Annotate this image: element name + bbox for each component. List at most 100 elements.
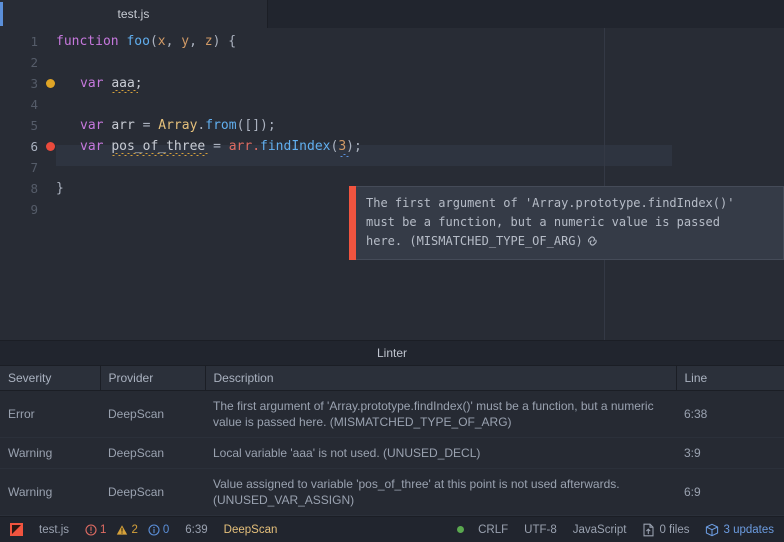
code-editor[interactable]: 1 2 3 4 5 6 7 8 9 function foo(x, y, z) … bbox=[0, 28, 784, 340]
row-line: 6:38 bbox=[676, 390, 784, 438]
status-indicator-dot bbox=[457, 526, 465, 533]
token-operator-equals-6: = bbox=[213, 139, 221, 154]
column-header-severity[interactable]: Severity bbox=[0, 365, 101, 391]
tab-active-indicator bbox=[0, 2, 3, 26]
files-label: 0 files bbox=[659, 523, 690, 536]
token-class-array: Array bbox=[158, 118, 198, 133]
tooltip-line-3: here. (MISMATCHED_TYPE_OF_ARG) bbox=[366, 234, 583, 248]
provider-label: DeepScan bbox=[223, 523, 278, 536]
info-circle-icon bbox=[148, 523, 160, 536]
row-provider: DeepScan bbox=[100, 437, 205, 469]
inline-error-tooltip[interactable]: The first argument of 'Array.prototype.f… bbox=[349, 186, 784, 260]
row-provider: DeepScan bbox=[100, 390, 205, 438]
status-problem-counts[interactable]: 1 2 0 bbox=[85, 524, 169, 536]
token-identifier-pos-of-three: pos_of_three bbox=[111, 139, 206, 154]
code-line-5: var arr = Array.from([]); bbox=[80, 118, 276, 133]
ide-window: test.js 1 2 3 4 5 6 7 8 9 function foo(x… bbox=[0, 0, 784, 542]
status-filename[interactable]: test.js bbox=[39, 524, 69, 536]
token-close-paren-semi: ); bbox=[346, 139, 362, 154]
warning-count-label: 2 bbox=[131, 523, 138, 536]
linter-table-body: Error DeepScan The first argument of 'Ar… bbox=[0, 390, 784, 516]
deepscan-logo-icon[interactable] bbox=[10, 523, 23, 536]
tooltip-message-body: The first argument of 'Array.prototype.f… bbox=[356, 186, 784, 260]
token-identifier-arr-2: arr bbox=[228, 139, 253, 154]
error-squiggle-argument bbox=[340, 154, 349, 157]
warning-squiggle-pos-of-three bbox=[112, 153, 208, 156]
token-param-z: z bbox=[204, 34, 213, 49]
token-brace-close: } bbox=[56, 181, 64, 196]
token-identifier-aaa: aaa; bbox=[111, 76, 143, 91]
table-row[interactable]: Error DeepScan The first argument of 'Ar… bbox=[0, 390, 784, 438]
token-param-y: y bbox=[181, 34, 190, 49]
status-cursor-position[interactable]: 6:39 bbox=[185, 524, 207, 536]
error-count-group[interactable]: 1 bbox=[85, 524, 106, 536]
error-circle-icon bbox=[85, 523, 97, 536]
row-severity: Error bbox=[0, 390, 100, 438]
line-number-7: 7 bbox=[30, 160, 38, 175]
status-files[interactable]: 0 files bbox=[642, 523, 689, 537]
warning-triangle-icon bbox=[116, 524, 128, 536]
linter-results-table: Severity Provider Description Line Error… bbox=[0, 365, 784, 516]
line-number-2: 2 bbox=[30, 55, 38, 70]
encoding-label: UTF-8 bbox=[524, 523, 557, 536]
token-param-x: x bbox=[157, 34, 166, 49]
table-row[interactable]: Warning DeepScan Local variable 'aaa' is… bbox=[0, 437, 784, 469]
linter-panel: Linter Severity Provider Description Lin… bbox=[0, 340, 784, 516]
status-filename-label: test.js bbox=[39, 523, 70, 536]
line-number-5: 5 bbox=[30, 118, 38, 133]
row-line: 3:9 bbox=[676, 437, 784, 469]
editor-code-area[interactable]: function foo(x, y, z) { var aaa; var arr… bbox=[56, 28, 784, 340]
token-number-3: 3 bbox=[338, 139, 347, 154]
linter-table-header: Severity Provider Description Line bbox=[0, 365, 784, 391]
token-identifier-arr: arr bbox=[111, 118, 135, 133]
tooltip-line-1: The first argument of 'Array.prototype.f… bbox=[366, 196, 735, 210]
token-keyword-var-5: var bbox=[80, 118, 104, 133]
token-keyword-var-6: var bbox=[80, 139, 104, 154]
status-language-mode[interactable]: JavaScript bbox=[573, 524, 627, 536]
row-line: 6:9 bbox=[676, 468, 784, 516]
code-line-8: } bbox=[56, 178, 64, 199]
error-count-label: 1 bbox=[100, 523, 107, 536]
line-number-9: 9 bbox=[30, 202, 38, 217]
token-function-name-foo: foo bbox=[126, 34, 150, 49]
token-method-findindex: findIndex bbox=[260, 139, 331, 154]
column-header-description[interactable]: Description bbox=[205, 365, 677, 391]
tooltip-line-3-row: here. (MISMATCHED_TYPE_OF_ARG) bbox=[366, 232, 773, 251]
warning-count-group[interactable]: 2 bbox=[116, 523, 138, 536]
status-provider-deepscan[interactable]: DeepScan bbox=[224, 524, 278, 536]
tab-test-js[interactable]: test.js bbox=[0, 0, 268, 28]
status-line-ending[interactable]: CRLF bbox=[478, 524, 508, 536]
token-method-from: from bbox=[205, 118, 237, 133]
language-label: JavaScript bbox=[572, 523, 627, 536]
row-severity: Warning bbox=[0, 437, 100, 469]
column-header-provider[interactable]: Provider bbox=[100, 365, 206, 391]
linter-panel-title: Linter bbox=[0, 341, 784, 365]
line-number-8: 8 bbox=[30, 181, 38, 196]
editor-tab-bar: test.js bbox=[0, 0, 784, 28]
token-from-args: ([]); bbox=[236, 118, 276, 133]
package-box-icon bbox=[705, 523, 719, 537]
line-ending-label: CRLF bbox=[478, 523, 509, 536]
line-number-6: 6 bbox=[30, 139, 38, 154]
cursor-position-label: 6:39 bbox=[185, 523, 208, 536]
token-keyword-var-3: var bbox=[80, 76, 104, 91]
linter-header-row: Severity Provider Description Line bbox=[0, 365, 784, 391]
column-header-line[interactable]: Line bbox=[676, 365, 784, 391]
updates-label: 3 updates bbox=[723, 523, 774, 536]
status-updates[interactable]: 3 updates bbox=[705, 523, 774, 537]
token-paren-open: ( bbox=[149, 34, 158, 49]
row-description: The first argument of 'Array.prototype.f… bbox=[205, 390, 676, 438]
row-description: Value assigned to variable 'pos_of_three… bbox=[205, 468, 676, 516]
info-count-group[interactable]: 0 bbox=[148, 524, 169, 536]
row-severity: Warning bbox=[0, 468, 100, 516]
status-encoding[interactable]: UTF-8 bbox=[524, 524, 557, 536]
token-brace-open: ) { bbox=[212, 34, 237, 49]
chain-link-icon[interactable] bbox=[587, 235, 601, 247]
gutter-marker-warning-line-3[interactable] bbox=[46, 79, 55, 88]
gutter-marker-error-line-6[interactable] bbox=[46, 142, 55, 151]
line-number-3: 3 bbox=[30, 76, 38, 91]
table-row[interactable]: Warning DeepScan Value assigned to varia… bbox=[0, 468, 784, 516]
warning-squiggle-aaa bbox=[112, 90, 138, 93]
row-description: Local variable 'aaa' is not used. (UNUSE… bbox=[205, 437, 676, 469]
code-line-1: function foo(x, y, z) { bbox=[56, 34, 237, 49]
